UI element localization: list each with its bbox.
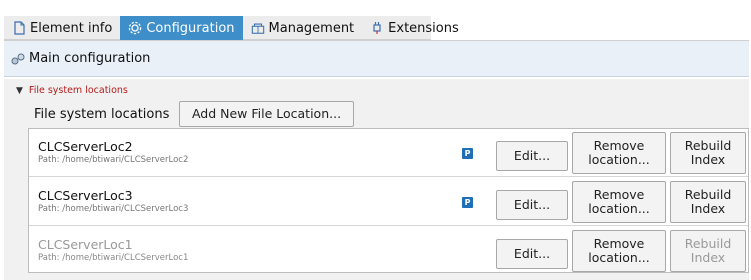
remove-location-button[interactable]: Remove location...: [572, 230, 666, 272]
edit-location-button[interactable]: Edit...: [496, 239, 568, 269]
location-item: CLCServerLoc2 Path: /home/btiwari/CLCSer…: [29, 129, 748, 177]
group-toggle-label: File system locations: [28, 85, 128, 96]
location-name: CLCServerLoc2: [38, 139, 133, 154]
tab-extensions[interactable]: Extensions: [362, 16, 467, 40]
group-collapse-toggle[interactable]: ▼ File system locations: [16, 85, 128, 96]
tab-label: Element info: [30, 20, 113, 36]
gear-icon: [128, 21, 142, 35]
rebuild-index-button: Rebuild Index: [670, 230, 746, 272]
file-system-locations-row: File system locations Add New File Locat…: [34, 101, 354, 127]
location-name: CLCServerLoc1: [38, 237, 133, 252]
rebuild-index-button[interactable]: Rebuild Index: [670, 132, 746, 174]
management-icon: [251, 21, 265, 35]
remove-location-button[interactable]: Remove location...: [572, 181, 666, 223]
cogs-icon: [10, 52, 26, 66]
location-path: Path: /home/btiwari/CLCServerLoc2: [38, 155, 189, 165]
add-new-file-location-button[interactable]: Add New File Location...: [179, 101, 354, 127]
tab-management[interactable]: Management: [243, 16, 363, 40]
file-system-locations-label: File system locations: [34, 106, 170, 122]
window-top-strip: [0, 0, 751, 16]
tab-label: Management: [268, 20, 355, 36]
rebuild-index-button[interactable]: Rebuild Index: [670, 181, 746, 223]
tab-bar: Element info Configuration Management Ex…: [4, 16, 459, 40]
location-item: CLCServerLoc3 Path: /home/btiwari/CLCSer…: [29, 178, 748, 226]
location-path: Path: /home/btiwari/CLCServerLoc1: [38, 253, 189, 263]
location-path: Path: /home/btiwari/CLCServerLoc3: [38, 204, 189, 214]
primary-badge: P: [462, 197, 473, 208]
section-title: Main configuration: [29, 51, 151, 66]
location-item: CLCServerLoc1 Path: /home/btiwari/CLCSer…: [29, 227, 748, 275]
triangle-down-icon: ▼: [16, 85, 23, 96]
location-name: CLCServerLoc3: [38, 188, 133, 203]
document-icon: [12, 21, 26, 35]
edit-location-button[interactable]: Edit...: [496, 190, 568, 220]
tab-element-info[interactable]: Element info: [4, 16, 120, 40]
tab-label: Extensions: [388, 20, 459, 36]
tab-configuration[interactable]: Configuration: [120, 16, 243, 40]
remove-location-button[interactable]: Remove location...: [572, 132, 666, 174]
tab-label: Configuration: [146, 20, 235, 36]
edit-location-button[interactable]: Edit...: [496, 141, 568, 171]
plugin-icon: [370, 21, 384, 35]
main-configuration-header: Main configuration: [4, 41, 749, 77]
locations-list: CLCServerLoc2 Path: /home/btiwari/CLCSer…: [28, 128, 749, 273]
primary-badge: P: [462, 148, 473, 159]
